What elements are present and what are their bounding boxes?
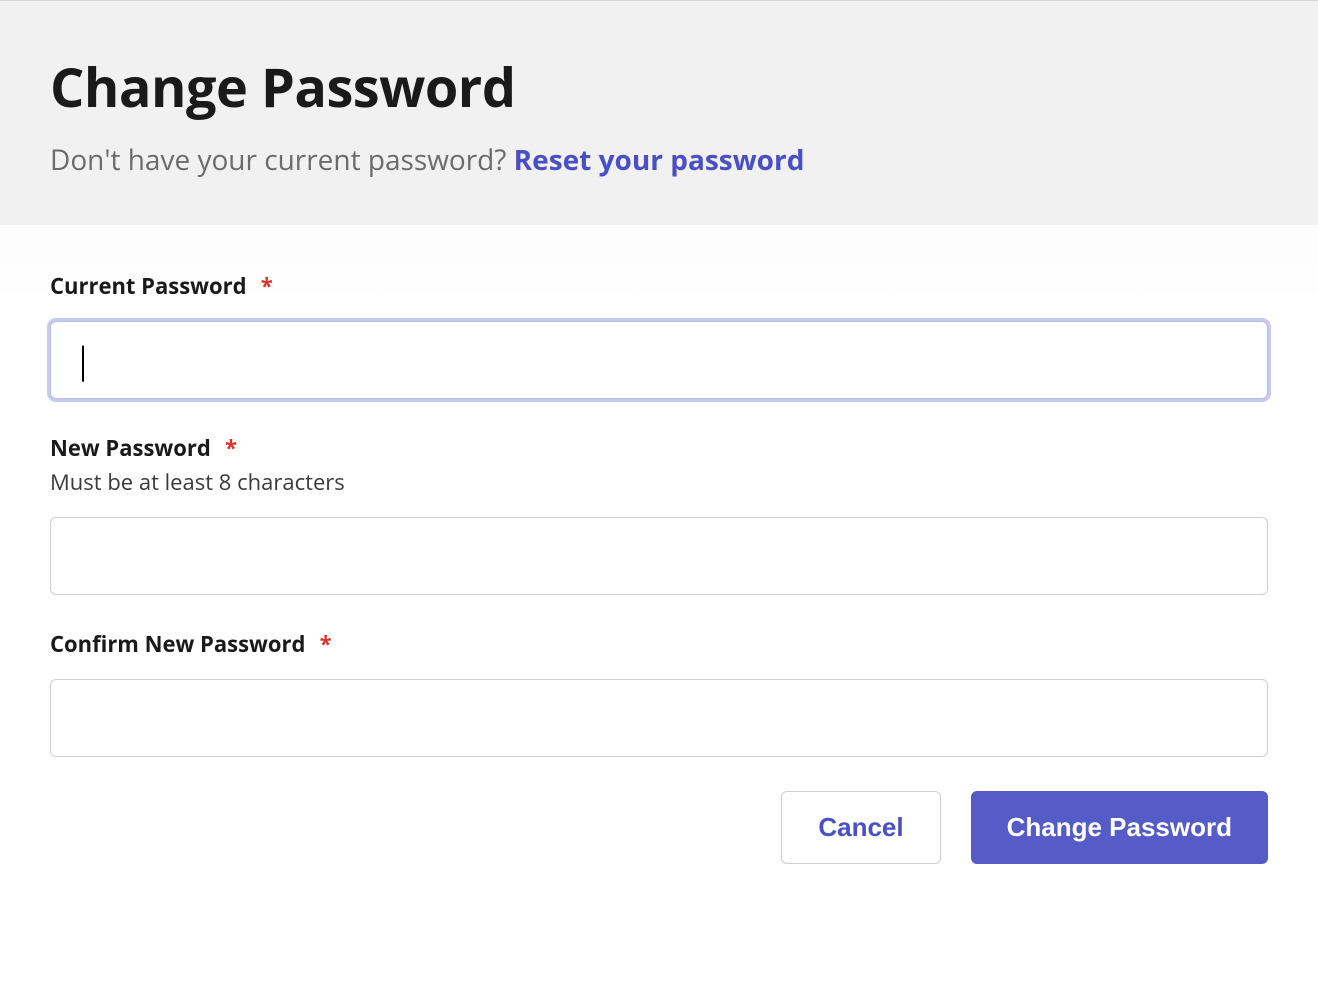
page-title: Change Password [50, 49, 1268, 123]
new-password-group: New Password * Must be at least 8 charac… [50, 433, 1268, 595]
current-password-group: Current Password * [50, 271, 1268, 399]
form-actions: Cancel Change Password [50, 791, 1268, 864]
new-password-input[interactable] [50, 517, 1268, 595]
required-indicator: * [225, 433, 237, 463]
page-header: Change Password Don't have your current … [0, 0, 1318, 225]
confirm-password-label: Confirm New Password [50, 629, 305, 659]
reset-password-link[interactable]: Reset your password [514, 141, 805, 179]
new-password-label: New Password [50, 433, 211, 463]
subtitle-text: Don't have your current password? [50, 141, 514, 179]
current-password-input[interactable] [50, 321, 1268, 399]
required-indicator: * [261, 271, 273, 301]
change-password-button[interactable]: Change Password [971, 791, 1268, 864]
new-password-helper: Must be at least 8 characters [50, 467, 1268, 497]
required-indicator: * [320, 629, 332, 659]
page-subtitle: Don't have your current password? Reset … [50, 141, 1268, 179]
cancel-button[interactable]: Cancel [781, 791, 940, 864]
confirm-password-group: Confirm New Password * [50, 629, 1268, 757]
change-password-form: Current Password * New Password * Must b… [0, 225, 1318, 904]
current-password-label: Current Password [50, 271, 247, 301]
confirm-password-input[interactable] [50, 679, 1268, 757]
